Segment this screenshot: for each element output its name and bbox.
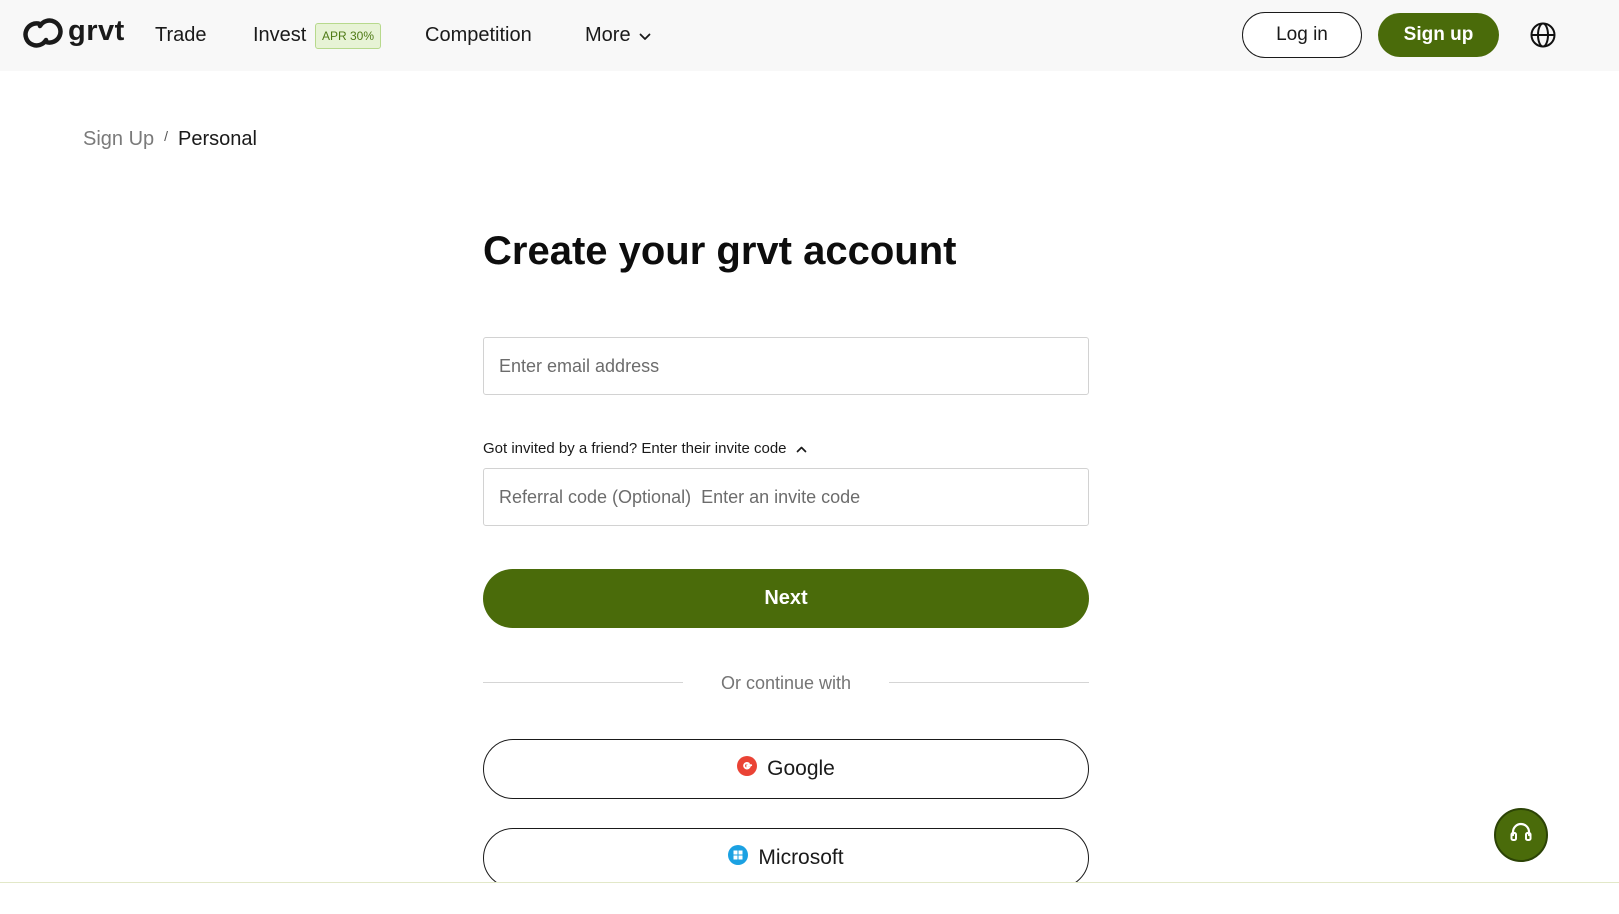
breadcrumb: Sign Up / Personal — [83, 127, 257, 151]
microsoft-button[interactable]: Microsoft — [483, 828, 1089, 888]
google-icon — [737, 756, 758, 782]
breadcrumb-personal: Personal — [178, 128, 257, 150]
support-button[interactable] — [1494, 808, 1548, 862]
invite-code-toggle-label: Got invited by a friend? Enter their inv… — [483, 440, 787, 457]
nav-invest[interactable]: Invest — [253, 23, 306, 47]
bottom-strip — [0, 882, 1619, 914]
headset-icon — [1508, 820, 1534, 851]
referral-code-field[interactable]: Referral code (Optional) — [483, 468, 1089, 526]
apr-badge: APR 30% — [315, 23, 382, 49]
next-button[interactable]: Next — [483, 569, 1089, 628]
invite-code-toggle[interactable]: Got invited by a friend? Enter their inv… — [483, 439, 807, 459]
breadcrumb-sign-up[interactable]: Sign Up — [83, 127, 154, 151]
brand-logo[interactable]: grvt — [23, 14, 125, 49]
google-button[interactable]: Google — [483, 739, 1089, 799]
referral-code-input[interactable] — [701, 486, 1073, 508]
chevron-down-icon — [639, 23, 651, 47]
divider-right — [889, 682, 1089, 683]
signup-button[interactable]: Sign up — [1378, 13, 1499, 57]
referral-code-label: Referral code (Optional) — [499, 486, 692, 507]
nav-competition[interactable]: Competition — [425, 23, 532, 47]
divider-left — [483, 682, 683, 683]
nav-more-label: More — [585, 24, 631, 46]
top-nav: grvt Trade Invest APR 30% Competition Mo… — [0, 0, 1619, 71]
grvt-logo-icon — [23, 17, 63, 49]
breadcrumb-separator: / — [164, 128, 169, 144]
email-input[interactable] — [499, 355, 1073, 377]
google-button-label: Google — [767, 757, 835, 780]
email-field[interactable] — [483, 337, 1089, 395]
microsoft-icon — [728, 845, 749, 871]
brand-name: grvt — [68, 14, 125, 47]
nav-more[interactable]: More — [585, 23, 651, 47]
microsoft-button-label: Microsoft — [758, 846, 844, 869]
globe-icon[interactable] — [1529, 21, 1557, 54]
chevron-up-icon — [796, 439, 807, 459]
page-title: Create your grvt account — [483, 229, 957, 273]
nav-trade[interactable]: Trade — [155, 23, 207, 47]
page: grvt Trade Invest APR 30% Competition Mo… — [0, 0, 1619, 914]
login-button[interactable]: Log in — [1242, 12, 1362, 58]
divider-text: Or continue with — [720, 673, 852, 693]
